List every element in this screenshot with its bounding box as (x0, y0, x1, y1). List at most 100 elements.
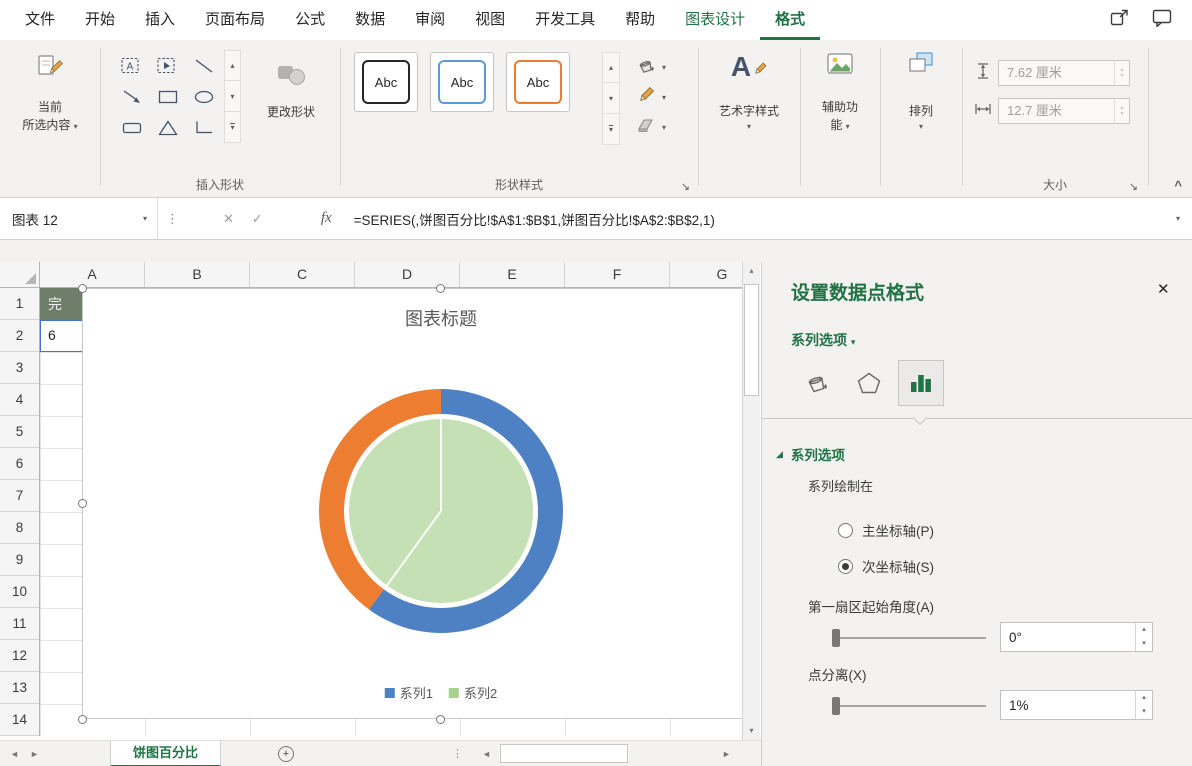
ribbon-tab[interactable]: 格式 (760, 0, 821, 40)
spin-down-icon[interactable]: ▾ (1136, 705, 1152, 719)
row-header[interactable]: 13 (0, 672, 39, 704)
chart-resize-handle[interactable] (436, 715, 445, 724)
tab-bar-ellipsis-icon[interactable]: ⋮ (452, 741, 463, 766)
current-selection-label-2[interactable]: 所选内容 ▾ (0, 116, 100, 133)
ribbon-tab[interactable]: 审阅 (400, 0, 460, 40)
row-header[interactable]: 6 (0, 448, 39, 480)
select-all-button[interactable] (0, 262, 40, 288)
ribbon-tab[interactable]: 开始 (70, 0, 130, 40)
column-header[interactable]: C (250, 262, 355, 287)
angle-slider-handle[interactable] (832, 629, 840, 647)
formula-bar-drag-icon[interactable]: ⋮ (166, 211, 179, 227)
fill-line-tab[interactable] (794, 360, 840, 406)
sheet-tab-active[interactable]: 饼图百分比 (110, 741, 222, 766)
ribbon-tab[interactable]: 公式 (280, 0, 340, 40)
name-box-dropdown-icon[interactable]: ▾ (143, 214, 147, 223)
ribbon-tab[interactable]: 页面布局 (190, 0, 280, 40)
explosion-input[interactable] (1001, 691, 1131, 719)
primary-axis-option[interactable]: 主坐标轴(P) (838, 520, 934, 540)
style-scroll-down-button[interactable]: ▾ (602, 83, 620, 114)
shape-effects-button[interactable]: ▾ (632, 112, 694, 142)
chart-resize-handle[interactable] (78, 284, 87, 293)
insert-function-icon[interactable]: fx (321, 210, 332, 227)
sheet-nav-right-icon[interactable]: ► (30, 741, 39, 766)
size-dialog-launcher-icon[interactable]: ↘ (1129, 180, 1138, 193)
shape-style-swatch[interactable]: Abc (354, 52, 418, 112)
column-header[interactable]: F (565, 262, 670, 287)
formula-bar-expand-icon[interactable]: ▾ (1176, 214, 1180, 223)
effects-tab[interactable] (846, 360, 892, 406)
row-header[interactable]: 8 (0, 512, 39, 544)
change-shape-button[interactable]: 更改形状 (248, 50, 334, 120)
column-header[interactable]: A (40, 262, 145, 287)
legend-item[interactable]: 系列2 (449, 683, 497, 702)
rounded-rectangle-shape-icon[interactable] (114, 112, 150, 143)
scroll-down-icon[interactable]: ▾ (743, 722, 760, 740)
chart-legend[interactable]: 系列1 系列2 (384, 683, 497, 702)
shape-outline-button[interactable]: ▾ (632, 82, 694, 112)
add-sheet-button[interactable]: + (278, 746, 294, 762)
row-header[interactable]: 14 (0, 704, 39, 736)
gallery-more-button[interactable]: ▾ (224, 112, 241, 143)
angle-slider-track[interactable] (836, 637, 986, 639)
select-shape-icon[interactable]: A (114, 50, 150, 81)
shape-style-swatch[interactable]: Abc (430, 52, 494, 112)
group-arrange[interactable]: 排列 ▾ (880, 40, 962, 198)
row-header[interactable]: 12 (0, 640, 39, 672)
spin-up-icon[interactable]: ▴ (1136, 623, 1152, 637)
height-spinner[interactable]: ▴ ▾ (1114, 61, 1129, 85)
line-shape-icon[interactable] (186, 50, 222, 81)
hscroll-right-icon[interactable]: ► (722, 741, 731, 766)
chart-resize-handle[interactable] (78, 715, 87, 724)
ribbon-tab[interactable]: 视图 (460, 0, 520, 40)
scroll-up-icon[interactable]: ▴ (743, 262, 760, 280)
shape-width-field[interactable]: 12.7 厘米 ▴ ▾ (998, 98, 1130, 124)
series-options-tab[interactable] (898, 360, 944, 406)
comment-icon[interactable] (1152, 9, 1172, 32)
legend-item[interactable]: 系列1 (384, 683, 433, 702)
explosion-slider-track[interactable] (836, 705, 986, 707)
ribbon-tab[interactable]: 文件 (10, 0, 70, 40)
arrow-shape-icon[interactable] (114, 81, 150, 112)
ribbon-tab[interactable]: 数据 (340, 0, 400, 40)
current-selection-label-1[interactable]: 当前 (0, 98, 100, 115)
style-scroll-up-button[interactable]: ▴ (602, 52, 620, 83)
ribbon-tab[interactable]: 开发工具 (520, 0, 610, 40)
select-objects-icon[interactable] (150, 50, 186, 81)
column-header[interactable]: E (460, 262, 565, 287)
triangle-shape-icon[interactable] (150, 112, 186, 143)
row-header[interactable]: 5 (0, 416, 39, 448)
width-spinner[interactable]: ▴ ▾ (1114, 99, 1129, 123)
gallery-scroll-up-button[interactable]: ▴ (224, 50, 241, 81)
row-header[interactable]: 9 (0, 544, 39, 576)
shape-height-field[interactable]: 7.62 厘米 ▴ ▾ (998, 60, 1130, 86)
row-header[interactable]: 4 (0, 384, 39, 416)
angle-input[interactable] (1001, 623, 1131, 651)
doughnut-chart[interactable] (319, 389, 563, 633)
rectangle-shape-icon[interactable] (150, 81, 186, 112)
group-accessibility[interactable]: 辅助功 能 ▾ (800, 40, 880, 198)
ribbon-tab[interactable]: 帮助 (610, 0, 670, 40)
vertical-scrollbar-thumb[interactable] (744, 284, 759, 396)
primary-axis-radio[interactable] (838, 522, 853, 538)
enter-icon[interactable]: ✓ (252, 211, 263, 227)
row-header[interactable]: 2 (0, 320, 39, 352)
pane-close-icon[interactable]: ✕ (1157, 280, 1170, 298)
series-options-section-header[interactable]: ◢ 系列选项 (776, 444, 845, 464)
ribbon-tab[interactable]: 插入 (130, 0, 190, 40)
group-wordart[interactable]: A 艺术字样式 ▾ (698, 40, 800, 198)
shape-style-swatch[interactable]: Abc (506, 52, 570, 112)
chart-object[interactable]: 图表标题 系列1 系列2 (78, 284, 742, 724)
cancel-icon[interactable]: ✕ (223, 211, 234, 227)
row-header[interactable]: 1 (0, 288, 39, 320)
secondary-axis-option[interactable]: 次坐标轴(S) (838, 556, 934, 576)
explosion-slider-handle[interactable] (832, 697, 840, 715)
ribbon-tab[interactable]: 图表设计 (670, 0, 760, 40)
secondary-axis-radio[interactable] (838, 558, 853, 574)
row-header[interactable]: 3 (0, 352, 39, 384)
share-icon[interactable] (1110, 9, 1130, 32)
vertical-scrollbar[interactable]: ▴ ▾ (742, 262, 760, 740)
name-box[interactable]: 图表 12 ▾ (0, 198, 158, 239)
gallery-scroll-down-button[interactable]: ▾ (224, 81, 241, 112)
formula-input[interactable]: =SERIES(,饼图百分比!$A$1:$B$1,饼图百分比!$A$2:$B$2… (354, 209, 1176, 229)
